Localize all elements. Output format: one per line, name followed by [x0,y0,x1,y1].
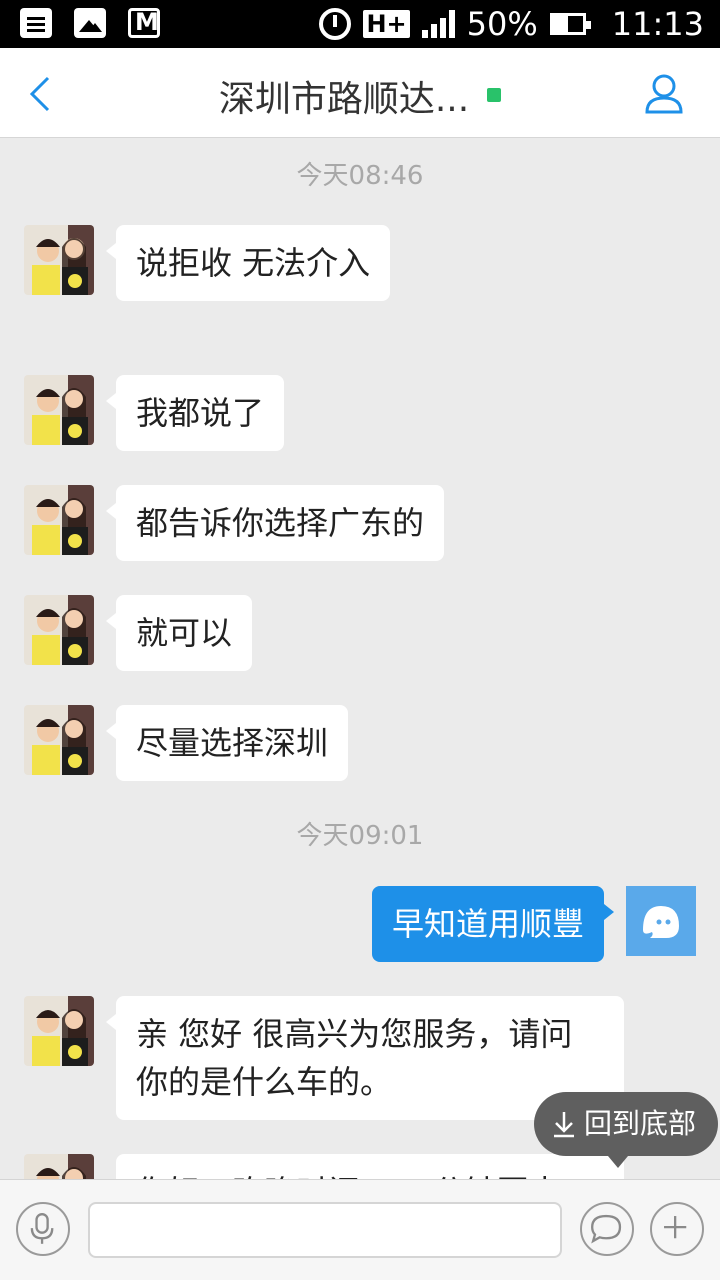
message-bubble[interactable]: 说拒收 无法介入 [105,225,391,301]
add-button[interactable] [650,1202,704,1256]
plus-icon [664,1216,687,1239]
timestamp: 今天08:46 [296,161,424,191]
clock: 11:13 [611,5,704,43]
ghost-icon [626,886,696,956]
my-message-bubble[interactable]: 早知道用顺豐 [371,886,615,962]
avatar[interactable] [24,225,94,295]
arrow-down-icon [553,1112,574,1138]
jump-to-bottom-button[interactable]: 回到底部 [533,1092,718,1168]
message-list[interactable]: 今天08:46 说拒收 无法介入 我都说了 都告诉你选择广东的 就可以 尽量选择… [0,139,720,1179]
mail-notification-icon [128,8,160,38]
battery-icon [549,13,591,35]
message-bubble[interactable]: 你好，昨晚时间，10分钟回来 [116,1154,624,1179]
jump-to-bottom-label: 回到底部 [583,1107,696,1140]
avatar[interactable] [24,485,94,555]
avatar[interactable] [24,996,94,1066]
message-bubble[interactable]: 我都说了 [105,375,285,451]
timestamp: 今天09:01 [296,821,424,851]
online-status-dot [487,88,502,102]
person-icon [645,74,683,114]
network-type: H+ [363,10,410,38]
profile-button[interactable] [644,72,684,116]
message-input[interactable] [88,1202,562,1258]
speech-bubble-icon [591,1214,622,1244]
my-avatar[interactable] [626,886,696,956]
message-bubble[interactable]: 就可以 [105,595,253,671]
microphone-icon [30,1213,54,1244]
news-notification-icon [20,8,52,38]
battery-percent: 50% [466,5,538,43]
gallery-notification-icon [74,8,106,38]
message-bubble[interactable]: 尽量选择深圳 [105,705,349,781]
avatar[interactable] [24,705,94,775]
chat-title-text: 深圳市路顺达... [218,79,470,120]
chat-title: 深圳市路顺达... [0,70,720,122]
avatar[interactable] [24,595,94,665]
emoji-button[interactable] [580,1202,634,1256]
avatar[interactable] [24,1154,94,1179]
chat-header: 深圳市路顺达... [0,48,720,138]
voice-button[interactable] [16,1202,70,1256]
input-bar [0,1179,720,1280]
status-bar: H+ 50% 11:13 [0,0,720,48]
alarm-icon [319,8,352,40]
message-bubble[interactable]: 都告诉你选择广东的 [105,485,445,561]
avatar[interactable] [24,375,94,445]
signal-icon [421,10,455,38]
